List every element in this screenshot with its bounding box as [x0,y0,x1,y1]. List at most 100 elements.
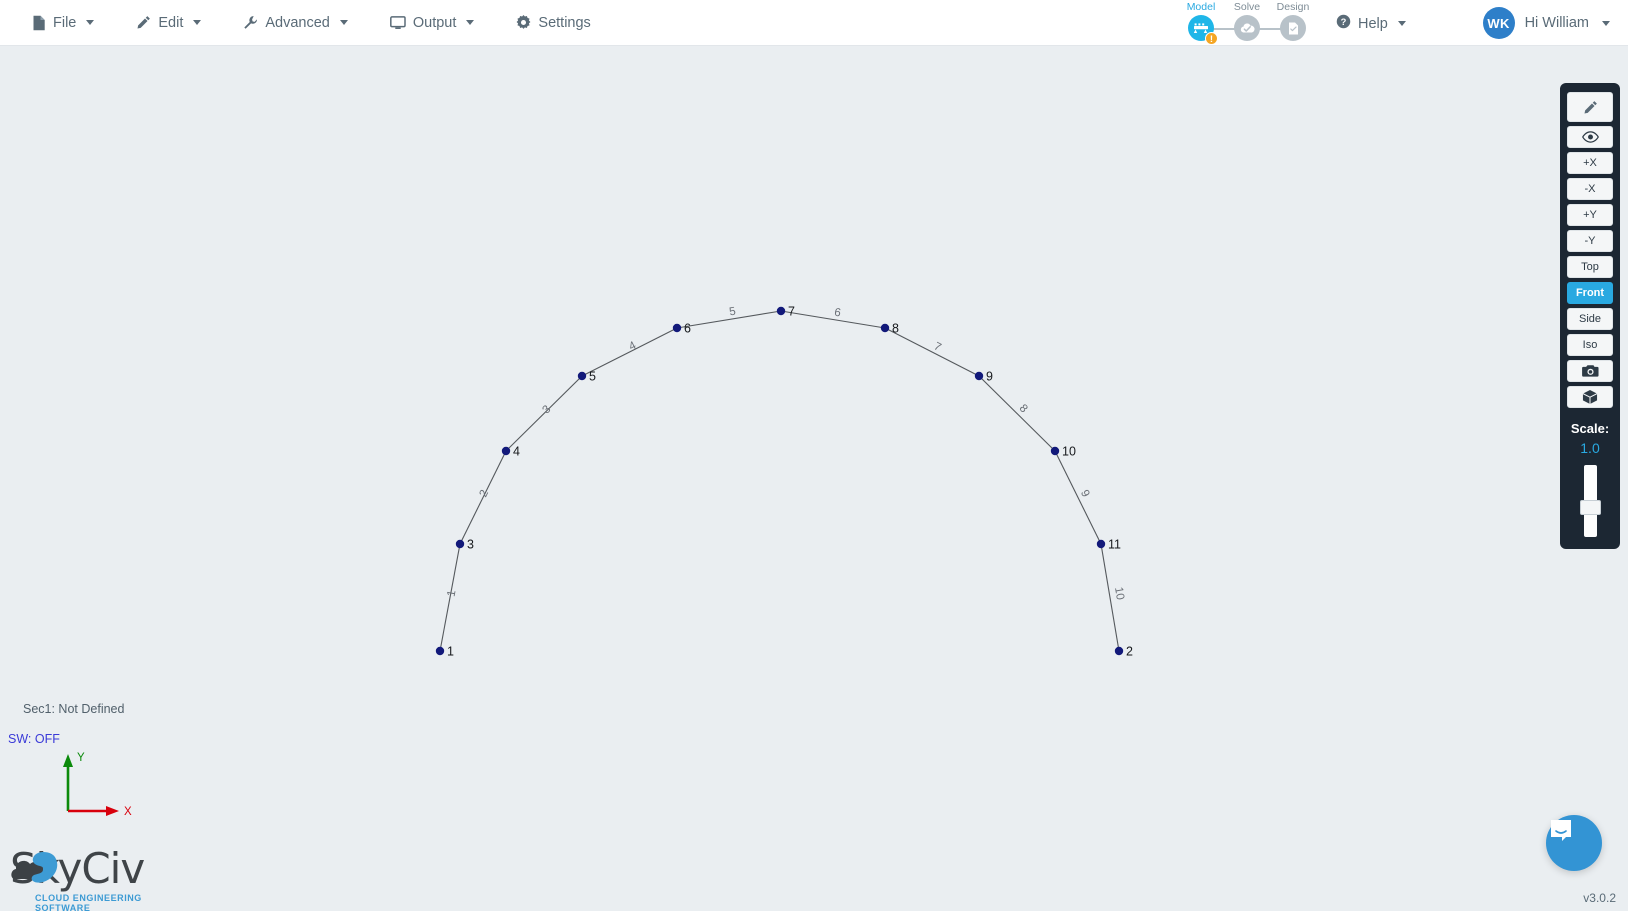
view-plus-x[interactable]: +X [1567,152,1613,174]
node-label: 3 [467,538,474,552]
node-dot[interactable] [501,446,511,456]
intercom-chat-button[interactable] [1546,815,1602,871]
model-warning-badge: ! [1205,32,1218,45]
view-side[interactable]: Side [1567,308,1613,330]
question-circle-icon: ? [1336,14,1351,33]
tool-screenshot[interactable] [1567,360,1613,382]
member-line[interactable] [884,327,980,377]
chevron-down-icon [193,20,202,25]
member-line[interactable] [978,375,1056,452]
menu-advanced-label: Advanced [265,14,330,31]
node-label: 10 [1062,445,1076,459]
svg-text:X: X [124,806,132,818]
view-minus-y-label: -Y [1584,235,1596,247]
node-label: 9 [986,370,993,384]
menu-edit[interactable]: Edit [122,9,215,37]
file-icon [32,15,46,31]
view-top[interactable]: Top [1567,256,1613,278]
stepper-step-design[interactable]: Design [1270,2,1316,41]
check-cloud-icon[interactable] [1234,15,1260,41]
stepper-step-solve[interactable]: Solve [1224,2,1270,41]
wrench-icon [243,15,258,30]
member-line[interactable] [581,327,678,377]
stepper-label-solve: Solve [1233,1,1261,13]
eye-icon [1581,131,1599,143]
member-label: 1 [446,589,459,598]
structural-3d-app: File Edit Advanced Output Settings Model ! [0,0,1628,911]
scale-slider[interactable] [1579,465,1601,537]
view-minus-y[interactable]: -Y [1567,230,1613,252]
menu-settings-label: Settings [538,14,591,31]
node-dot[interactable] [1114,646,1124,656]
selfweight-status-note: SW: OFF [8,732,60,746]
view-iso[interactable]: Iso [1567,334,1613,356]
pencil-icon [136,15,151,30]
scale-slider-thumb[interactable] [1579,500,1601,515]
document-icon[interactable] [1280,15,1306,41]
view-plus-x-label: +X [1583,157,1597,169]
scale-value: 1.0 [1580,440,1600,456]
stepper-label-design: Design [1276,1,1310,13]
cube-icon [1582,389,1598,405]
member-label: 5 [728,306,736,319]
node-label: 8 [892,322,899,336]
chevron-down-icon [466,20,475,25]
menu-advanced[interactable]: Advanced [229,9,362,37]
node-dot[interactable] [577,371,587,381]
tool-visibility[interactable] [1567,126,1613,148]
member-line[interactable] [1054,450,1102,545]
check-cloud-icon-svg [1240,22,1255,32]
model-viewport[interactable]: 1 2 3 4 5 6 7 8 9 10 1 3 4 5 6 7 8 9 10 11 2 Sec1: Not Defin… [0,46,1628,911]
gear-icon [516,15,531,30]
node-dot[interactable] [1096,539,1106,549]
node-dot[interactable] [455,539,465,549]
tool-draw[interactable] [1567,92,1613,122]
menu-file[interactable]: File [18,9,108,37]
help-menu[interactable]: ? Help [1330,11,1412,36]
view-iso-label: Iso [1582,339,1598,351]
user-menu[interactable]: WK Hi William [1482,7,1610,39]
user-greeting: Hi William [1524,15,1589,31]
menu-edit-label: Edit [158,14,184,31]
model-svg: 12345 6789101345678910112 [435,305,1133,659]
avatar: WK [1482,7,1515,39]
workflow-stepper: Model ! Solve Design [1178,2,1316,46]
view-tool-panel: +X -X +Y -Y Top Front Side Iso Scale: 1.0 [1560,83,1620,549]
document-icon-svg [1288,22,1298,34]
axis-triad-svg: Y X [63,752,132,818]
menu-output[interactable]: Output [376,9,489,37]
logo-tagline: CLOUD ENGINEERING SOFTWARE [35,893,142,911]
view-plus-y[interactable]: +Y [1567,204,1613,226]
menu-settings[interactable]: Settings [502,9,604,37]
beam-icon[interactable]: ! [1188,15,1218,45]
member-label: 9 [1078,488,1092,499]
camera-icon [1581,364,1599,378]
chevron-down-icon [339,20,348,25]
chevron-down-icon [1397,21,1406,26]
node-dot[interactable] [974,371,984,381]
member-label: 4 [627,339,639,353]
member-label: 10 [1112,586,1126,601]
chevron-down-icon [1602,20,1610,26]
node-dot[interactable] [435,646,445,656]
main-menu: File Edit Advanced Output Settings [0,9,619,37]
node-dot[interactable] [1050,446,1060,456]
scale-label: Scale: [1570,421,1610,436]
version-label: v3.0.2 [1583,891,1616,905]
view-minus-x-label: -X [1584,183,1596,195]
node-label: 1 [447,645,454,659]
view-minus-x[interactable]: -X [1567,178,1613,200]
member-line[interactable] [780,310,886,329]
pencil-icon [1583,100,1598,115]
node-dot[interactable] [672,323,682,333]
view-front[interactable]: Front [1567,282,1613,304]
member-label: 7 [932,341,943,355]
stepper-step-model[interactable]: Model ! [1178,2,1224,45]
view-side-label: Side [1578,313,1602,325]
monitor-icon [389,15,406,30]
node-dot[interactable] [880,323,890,333]
node-label: 11 [1108,538,1121,552]
tool-render[interactable] [1567,386,1613,408]
node-dot[interactable] [776,306,786,316]
member-line[interactable] [505,375,583,452]
